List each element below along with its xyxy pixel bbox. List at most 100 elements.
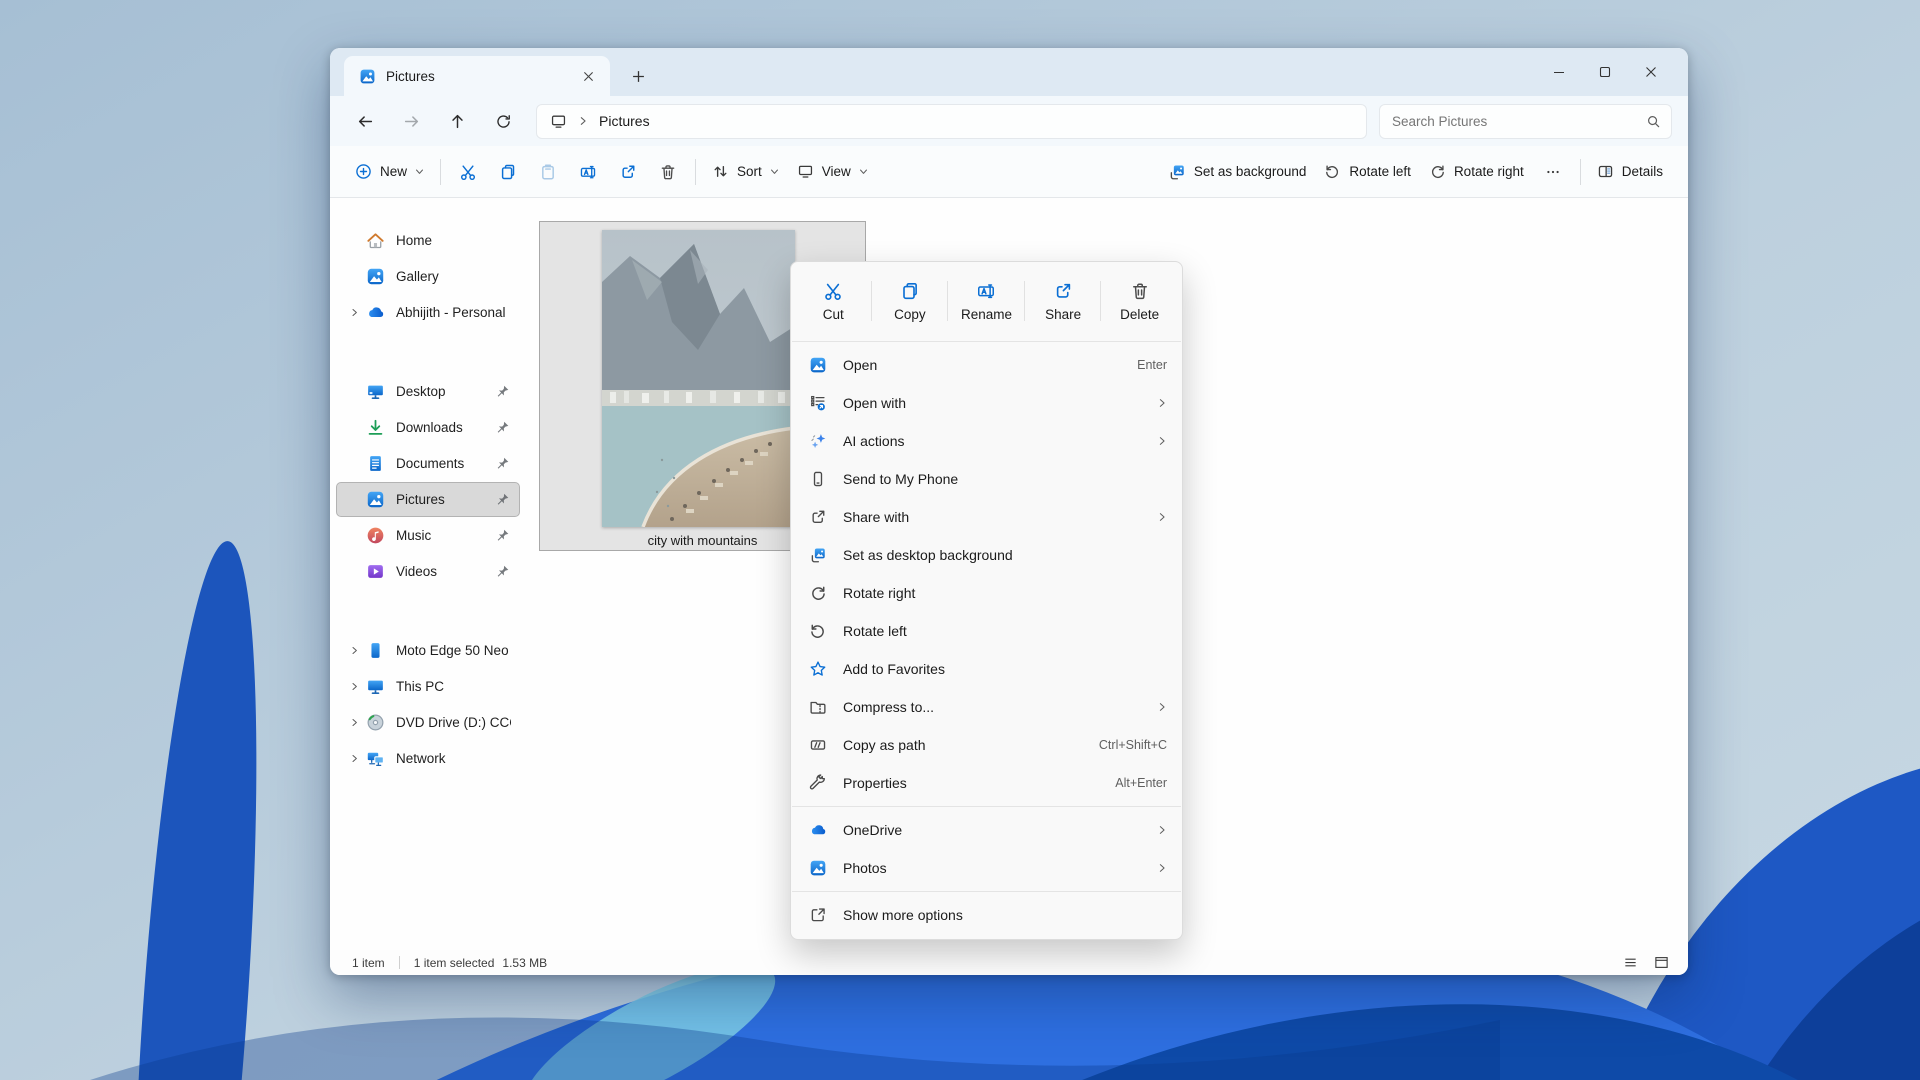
set-as-background-button[interactable]: Set as background: [1159, 154, 1316, 190]
rename-button[interactable]: [568, 154, 608, 190]
up-button[interactable]: [438, 103, 476, 139]
menu-item-photos[interactable]: Photos: [796, 849, 1177, 887]
menu-item-send-to-my-phone[interactable]: Send to My Phone: [796, 460, 1177, 498]
menu-item-open[interactable]: Open Enter: [796, 346, 1177, 384]
pin-icon: [495, 564, 511, 580]
desktop-icon: [365, 382, 385, 402]
gallery-icon: [365, 267, 385, 287]
minimize-button[interactable]: [1536, 56, 1582, 88]
maximize-button[interactable]: [1582, 56, 1628, 88]
chevron-down-icon: [770, 167, 779, 176]
chevron-down-icon: [415, 167, 424, 176]
sidebar-item-desktop[interactable]: Desktop: [336, 374, 520, 409]
see-more-button[interactable]: [1533, 154, 1573, 190]
sort-arrows-icon: [712, 163, 729, 180]
menu-item-onedrive[interactable]: OneDrive: [796, 811, 1177, 849]
menu-item-share-with[interactable]: Share with: [796, 498, 1177, 536]
forward-button[interactable]: [392, 103, 430, 139]
rotate-left-button[interactable]: Rotate left: [1315, 154, 1420, 190]
sidebar-item-gallery[interactable]: Gallery: [336, 259, 520, 294]
rename-quick-action[interactable]: Rename: [948, 269, 1025, 333]
delete-quick-action[interactable]: Delete: [1101, 269, 1178, 333]
sidebar-item-network[interactable]: Network: [336, 741, 520, 776]
breadcrumb-chevron-icon: [578, 116, 588, 126]
sidebar-item-music[interactable]: Music: [336, 518, 520, 553]
set-background-icon: [808, 545, 828, 565]
refresh-button[interactable]: [484, 103, 522, 139]
sidebar-item-pictures[interactable]: Pictures: [336, 482, 520, 517]
wrench-icon: [808, 773, 828, 793]
copy-quick-action[interactable]: Copy: [872, 269, 949, 333]
context-menu: Cut Copy Rename Share Delete: [790, 261, 1183, 940]
details-label: Details: [1622, 164, 1663, 179]
new-label: New: [380, 164, 407, 179]
menu-item-compress-to[interactable]: Compress to...: [796, 688, 1177, 726]
set-as-background-label: Set as background: [1194, 164, 1307, 179]
submenu-chevron-icon: [1157, 863, 1167, 873]
more-options-icon: [1545, 164, 1561, 180]
back-button[interactable]: [346, 103, 384, 139]
submenu-chevron-icon: [1157, 398, 1167, 408]
tab-pictures[interactable]: Pictures: [344, 56, 610, 96]
menu-item-set-as-desktop-background[interactable]: Set as desktop background: [796, 536, 1177, 574]
menu-item-add-to-favorites[interactable]: Add to Favorites: [796, 650, 1177, 688]
cut-quick-action[interactable]: Cut: [795, 269, 872, 333]
details-button[interactable]: Details: [1588, 154, 1672, 190]
menu-item-show-more-options[interactable]: Show more options: [796, 896, 1177, 934]
delete-button[interactable]: [648, 154, 688, 190]
sidebar-item-dvd-drive[interactable]: DVD Drive (D:) CCC: [336, 705, 520, 740]
close-button[interactable]: [1628, 56, 1674, 88]
list-view-icon[interactable]: [1622, 954, 1639, 971]
sidebar-item-this-pc[interactable]: This PC: [336, 669, 520, 704]
sort-button[interactable]: Sort: [703, 154, 788, 190]
this-pc-icon: [365, 677, 385, 697]
rotate-right-label: Rotate right: [1454, 164, 1524, 179]
share-quick-action[interactable]: Share: [1025, 269, 1102, 333]
rotate-right-button[interactable]: Rotate right: [1420, 154, 1533, 190]
sort-label: Sort: [737, 164, 762, 179]
view-toggles: [1622, 954, 1670, 971]
toolbar-left-group: New Sort: [346, 154, 1159, 190]
tab-close-icon[interactable]: [576, 64, 600, 88]
menu-item-copy-as-path[interactable]: Copy as path Ctrl+Shift+C: [796, 726, 1177, 764]
menu-item-rotate-left[interactable]: Rotate left: [796, 612, 1177, 650]
pin-icon: [495, 528, 511, 544]
zip-folder-icon: [808, 697, 828, 717]
submenu-chevron-icon: [1157, 512, 1167, 522]
sidebar-item-videos[interactable]: Videos: [336, 554, 520, 589]
view-button[interactable]: View: [788, 154, 877, 190]
sidebar-item-documents[interactable]: Documents: [336, 446, 520, 481]
sidebar-item-onedrive-personal[interactable]: Abhijith - Personal: [336, 295, 520, 330]
quick-actions-row: Cut Copy Rename Share Delete: [791, 267, 1182, 337]
copy-button[interactable]: [488, 154, 528, 190]
view-label: View: [822, 164, 851, 179]
menu-item-properties[interactable]: Properties Alt+Enter: [796, 764, 1177, 802]
address-bar[interactable]: Pictures: [536, 104, 1367, 139]
expand-chevron-icon[interactable]: [343, 682, 365, 691]
open-with-icon: [808, 393, 828, 413]
sidebar-item-moto-edge[interactable]: Moto Edge 50 Neo: [336, 633, 520, 668]
thumbnail-view-icon[interactable]: [1653, 954, 1670, 971]
expand-chevron-icon[interactable]: [343, 646, 365, 655]
rotate-left-icon: [1324, 163, 1341, 180]
menu-item-ai-actions[interactable]: AI actions: [796, 422, 1177, 460]
menu-item-rotate-right[interactable]: Rotate right: [796, 574, 1177, 612]
breadcrumb[interactable]: Pictures: [599, 113, 650, 129]
cut-button[interactable]: [448, 154, 488, 190]
expand-chevron-icon[interactable]: [343, 754, 365, 763]
photo-icon: [808, 355, 828, 375]
new-button[interactable]: New: [346, 154, 433, 190]
new-tab-button[interactable]: [620, 58, 656, 94]
menu-item-open-with[interactable]: Open with: [796, 384, 1177, 422]
selection-count: 1 item selected: [414, 956, 495, 970]
sidebar-item-downloads[interactable]: Downloads: [336, 410, 520, 445]
expand-chevron-icon[interactable]: [343, 308, 365, 317]
expand-chevron-icon[interactable]: [343, 718, 365, 727]
search-input[interactable]: [1392, 114, 1646, 129]
pin-icon: [495, 456, 511, 472]
share-button[interactable]: [608, 154, 648, 190]
sidebar-item-home[interactable]: Home: [336, 223, 520, 258]
share-arrow-icon: [808, 507, 828, 527]
paste-button[interactable]: [528, 154, 568, 190]
rotate-right-icon: [1429, 163, 1446, 180]
